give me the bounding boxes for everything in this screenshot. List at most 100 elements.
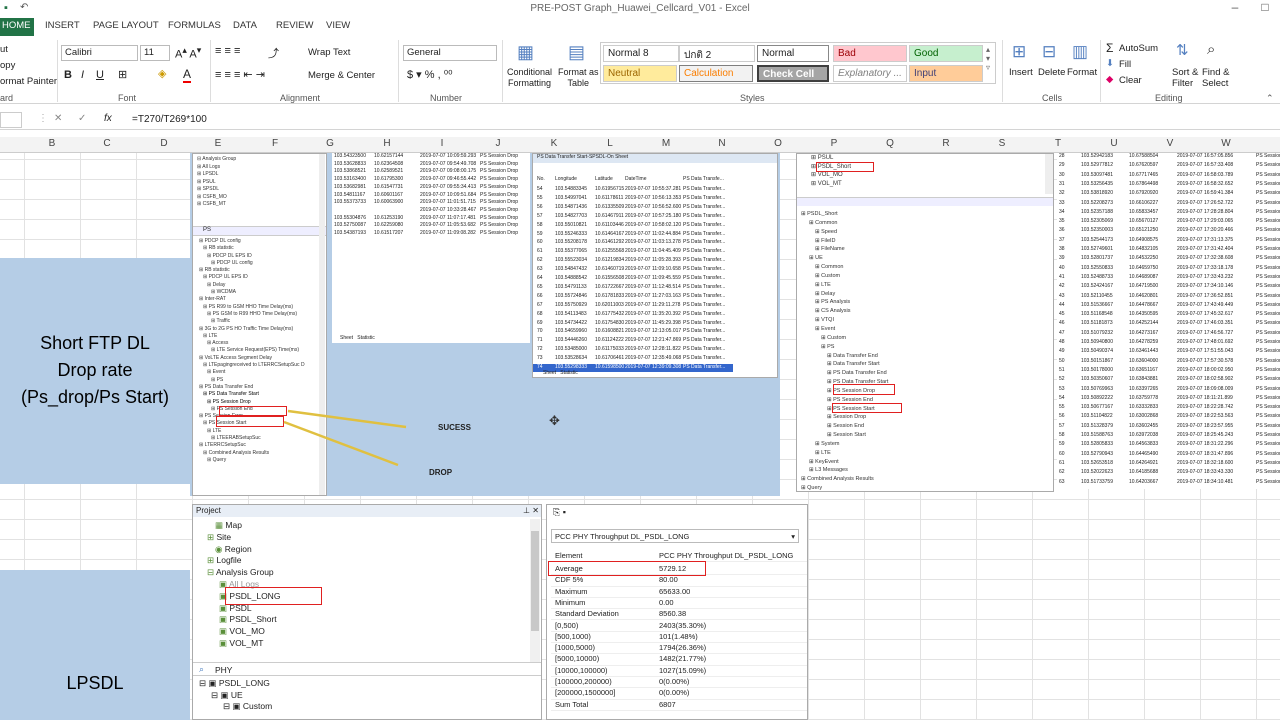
format-as-table-icon[interactable]: ▤ [568, 42, 585, 63]
grow-font-icon[interactable]: A▴ A▾ [175, 45, 201, 61]
tree-item[interactable]: ⊞ CS Analysis [801, 307, 1051, 316]
tree-item[interactable]: ⊞ Common [801, 263, 1051, 272]
tree-item[interactable]: ⊞ Data Transfer End [801, 352, 1051, 361]
mid-table-tabs[interactable]: Sheet Statistic [340, 335, 375, 341]
conditional-formatting-icon[interactable]: ▦ [517, 42, 534, 63]
format-as-table-button[interactable]: Format as Table [558, 67, 599, 89]
fill-button[interactable]: Fill [1119, 59, 1131, 70]
tree-item[interactable]: ⊞ Data Transfer Start [801, 360, 1051, 369]
tree-item[interactable]: ⊞ PDCP UL config [199, 260, 324, 267]
italic-button[interactable]: I [81, 69, 84, 81]
project-search-item[interactable]: ⊟ ▣ UE [211, 690, 243, 701]
project-tree-item[interactable]: ◉ Region [215, 544, 252, 555]
bold-button[interactable]: B [64, 69, 72, 81]
tree-item[interactable]: ⊞ PSDL_Short [801, 210, 1051, 219]
col-header[interactable]: E [208, 138, 228, 149]
tree-item[interactable]: ⊞ Common [801, 219, 1051, 228]
stats-toolbar-icon[interactable]: ⎘ ▪ [553, 507, 566, 518]
tree-item[interactable]: ⊞ Speed [801, 228, 1051, 237]
col-header[interactable]: S [992, 138, 1012, 149]
tree-item[interactable]: ⊞ RB statistic [199, 267, 324, 274]
autosum-button[interactable]: AutoSum [1119, 43, 1158, 54]
col-header[interactable]: F [265, 138, 285, 149]
insert-cells-button[interactable]: Insert [1009, 67, 1033, 78]
tree-item[interactable]: ⊞ PS Analysis [801, 298, 1051, 307]
col-header[interactable]: W [1216, 138, 1236, 149]
tree-item[interactable]: ⊞ PS R99 to GSM HHO Time Delay(ms) [199, 304, 324, 311]
insert-cells-icon[interactable]: ⊞ [1012, 42, 1026, 62]
tree-item[interactable]: ⊞ Event [801, 325, 1051, 334]
tree-item[interactable]: ⊞ Delay [801, 290, 1051, 299]
find-select-button[interactable]: Find & Select [1202, 67, 1229, 89]
tree-item[interactable]: ⊞ Traffic [199, 318, 324, 325]
col-header[interactable]: C [97, 138, 117, 149]
copy-button[interactable]: opy [0, 60, 15, 71]
tree-item[interactable]: ⊞ FileID [801, 237, 1051, 246]
table-row[interactable]: 55 103.54997041 10.61178611 2019-07-07 10:5… [533, 195, 733, 203]
tree-item[interactable]: ⊞ LTE [801, 281, 1051, 290]
tree-item[interactable]: ⊞ Event [199, 369, 324, 376]
tree-item[interactable]: ⊞ PS GSM to R99 HHO Time Delay(ms) [199, 311, 324, 318]
tab-view[interactable]: VIEW [326, 20, 350, 31]
tree-item[interactable]: ⊞ LTE [199, 333, 324, 340]
col-header[interactable]: O [768, 138, 788, 149]
tree-item[interactable]: ⊞ Delay [199, 282, 324, 289]
style-normal[interactable]: Normal [757, 45, 829, 62]
tab-data[interactable]: DATA [233, 20, 257, 31]
tab-insert[interactable]: INSERT [45, 20, 80, 31]
table-row[interactable]: 64 103.54888542 10.61556508 2019-07-07 11:0… [533, 275, 733, 283]
col-header[interactable]: L [600, 138, 620, 149]
tree-item[interactable]: ⊞ 3G to 2G PS HO Traffic Time Delay(ms) [199, 326, 324, 333]
project-scrollbar[interactable] [530, 519, 540, 662]
table-row[interactable]: 69 103.54734422 10.61754830 2019-07-07 11:4… [533, 320, 733, 328]
format-painter-button[interactable]: ormat Painter [0, 76, 57, 87]
table-row[interactable]: 61 103.55377065 10.61255568 2019-07-07 11:0… [533, 248, 733, 256]
tree-item[interactable]: ⊞ Session End [801, 422, 1051, 431]
search-icon[interactable]: ⌕ [199, 664, 204, 675]
style-good[interactable]: Good [909, 45, 983, 62]
style-normal-8[interactable]: Normal 8 [603, 45, 679, 62]
find-select-icon[interactable]: ⌕ [1207, 41, 1215, 58]
tree-item[interactable]: ⊞ PDCP UL EPS ID [199, 274, 324, 281]
tree-item[interactable]: ⊞ VoLTE Access Segment Delay [199, 355, 324, 362]
tab-home[interactable]: HOME [0, 18, 34, 36]
col-header[interactable]: B [42, 138, 62, 149]
number-format-select[interactable]: General [403, 45, 497, 61]
tab-page-layout[interactable]: PAGE LAYOUT [93, 20, 159, 31]
style-neutral[interactable]: Neutral [603, 65, 677, 82]
table-row[interactable]: 58 103.55010821 10.61103446 2019-07-07 10:5… [533, 222, 733, 230]
table-row[interactable]: 70 103.54659960 10.61608821 2019-07-07 12:1… [533, 328, 733, 336]
sort-filter-button[interactable]: Sort & Filter [1172, 67, 1198, 89]
col-header[interactable]: H [377, 138, 397, 149]
project-tree-item[interactable]: ▣ VOL_MT [219, 638, 263, 649]
col-header[interactable]: N [712, 138, 732, 149]
table-row[interactable]: 60 103.55208178 10.61461292 2019-07-07 11:0… [533, 239, 733, 247]
tree-item[interactable]: ⊞ VOL_MT [811, 180, 1011, 189]
orientation-icon[interactable]: ⤴ [268, 45, 279, 61]
tree-item[interactable]: ⊞ All Logs [197, 164, 317, 172]
col-header[interactable]: U [1104, 138, 1124, 149]
col-header[interactable]: G [320, 138, 340, 149]
underline-button[interactable]: U [96, 69, 104, 81]
table-row[interactable]: 54 103.54883345 10.61956715 2019-07-07 10:5… [533, 186, 733, 194]
style-explanatory[interactable]: Explanatory ... [833, 65, 907, 82]
tree-item[interactable]: ⊞ PS Data Transfer Start [199, 391, 324, 398]
tree-item[interactable]: ⊞ LTE Service Request(EPS) Time(ms) [199, 347, 324, 354]
col-header[interactable]: Q [880, 138, 900, 149]
left-tree-search[interactable]: PS [193, 226, 326, 236]
style-check-cell[interactable]: Check Cell [757, 65, 829, 82]
tree-item[interactable]: ⊞ Combined Analysis Results [801, 475, 1051, 484]
table-row[interactable]: 62 103.55523034 10.61219834 2019-07-07 11:0… [533, 257, 733, 265]
tree-item[interactable]: ⊞ CSFB_MO [197, 194, 317, 202]
col-header[interactable]: T [1048, 138, 1068, 149]
table-row[interactable]: 73 103.53528634 10.61706461 2019-07-07 12:3… [533, 355, 733, 363]
delete-cells-icon[interactable]: ⊟ [1042, 42, 1056, 62]
tree-item[interactable]: ⊞ PDCP DL config [199, 238, 324, 245]
tree-item[interactable]: ⊞ PS [801, 343, 1051, 352]
project-tree-item[interactable]: ▦ Map [215, 520, 242, 531]
style-input[interactable]: Input [909, 65, 983, 82]
project-search-item[interactable]: ⊟ ▣ Custom [223, 701, 272, 712]
table-row[interactable]: 65 103.54791133 10.61722667 2019-07-07 11:1… [533, 284, 733, 292]
cut-button[interactable]: ut [0, 44, 8, 55]
clear-button[interactable]: Clear [1119, 75, 1142, 86]
